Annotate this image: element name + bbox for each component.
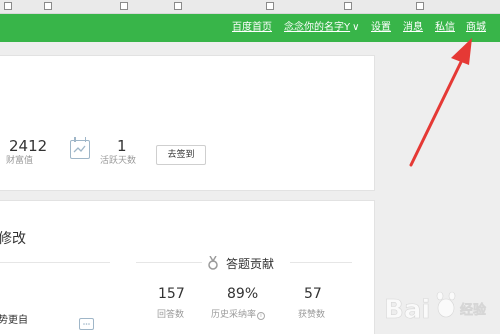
- svg-text:经验: 经验: [460, 302, 487, 318]
- svg-text:Bai: Bai: [384, 295, 430, 325]
- baidu-watermark-logo: Bai 经验: [384, 291, 487, 325]
